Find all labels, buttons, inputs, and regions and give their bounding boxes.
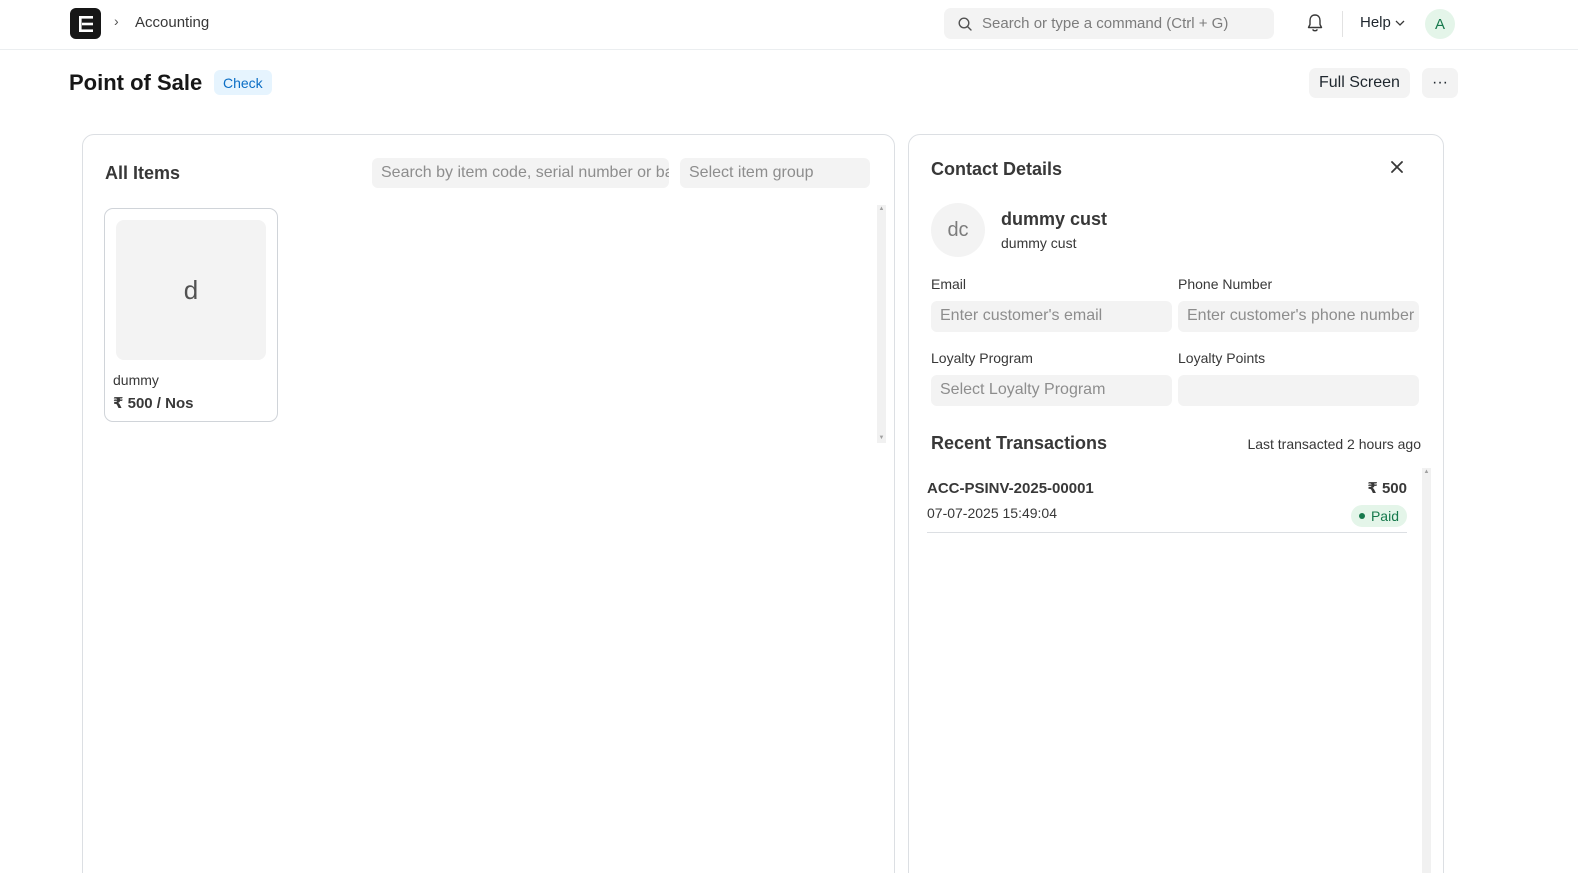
customer-name: dummy cust (1001, 209, 1108, 229)
breadcrumb-chevron-icon: › (114, 13, 119, 29)
items-title: All Items (105, 163, 181, 183)
transaction-date: 07-07-2025 15:49:04 (927, 505, 1057, 521)
transaction-id: ACC-PSINV-2025-00001 (927, 480, 1094, 497)
navbar: › Accounting Search or type a command (C… (0, 0, 1578, 50)
scroll-down-arrow-icon[interactable]: ▼ (877, 434, 886, 443)
phone-label: Phone Number (1178, 276, 1273, 292)
item-group-select[interactable]: Select item group (680, 158, 870, 188)
contact-details-title: Contact Details (931, 159, 1063, 179)
transaction-row[interactable]: ACC-PSINV-2025-00001 07-07-2025 15:49:04… (927, 477, 1407, 533)
transaction-status: Paid (1370, 508, 1399, 524)
last-transacted-text: Last transacted 2 hours ago (1247, 436, 1421, 452)
status-badge: Check (214, 70, 272, 95)
items-panel: All Items Search by item code, serial nu… (82, 134, 895, 873)
transactions-scrollbar[interactable]: ▲ (1422, 468, 1431, 873)
navbar-divider (1342, 11, 1343, 37)
loyalty-points-label: Loyalty Points (1178, 350, 1266, 366)
scroll-up-arrow-icon[interactable]: ▲ (877, 205, 886, 214)
phone-field[interactable]: Enter customer's phone number (1178, 301, 1419, 332)
app-logo-icon[interactable] (70, 8, 101, 39)
loyalty-program-label: Loyalty Program (931, 350, 1033, 366)
help-label: Help (1360, 14, 1391, 31)
breadcrumb-accounting[interactable]: Accounting (135, 14, 209, 31)
search-icon (958, 16, 972, 31)
item-price: ₹ 500 / Nos (113, 395, 194, 412)
customer-avatar: dc (931, 203, 985, 257)
email-label: Email (931, 276, 967, 292)
loyalty-points-field (1178, 375, 1419, 406)
command-search-input[interactable]: Search or type a command (Ctrl + G) (944, 8, 1274, 39)
item-image-placeholder: d (116, 220, 266, 360)
help-dropdown[interactable]: Help (1360, 14, 1405, 31)
contact-details-panel: Contact Details dc dummy cust dummy cust… (908, 134, 1444, 873)
chevron-down-icon (1395, 20, 1405, 26)
close-icon[interactable] (1390, 160, 1404, 179)
command-search-placeholder: Search or type a command (Ctrl + G) (982, 15, 1229, 32)
email-field[interactable]: Enter customer's email (931, 301, 1172, 332)
transaction-amount: ₹ 500 (1367, 480, 1407, 497)
item-name: dummy (113, 372, 159, 388)
status-badge-paid: Paid (1350, 505, 1407, 527)
user-avatar[interactable]: A (1425, 9, 1455, 39)
notification-bell-icon[interactable] (1306, 13, 1324, 38)
more-options-button[interactable]: ··· (1422, 68, 1458, 98)
items-scrollbar[interactable]: ▲ ▼ (877, 205, 886, 443)
full-screen-button[interactable]: Full Screen (1309, 68, 1410, 98)
customer-subtitle: dummy cust (1001, 235, 1077, 251)
page-title: Point of Sale (69, 70, 203, 95)
status-dot-icon (1358, 513, 1365, 519)
scroll-up-arrow-icon[interactable]: ▲ (1422, 468, 1431, 477)
loyalty-program-select[interactable]: Select Loyalty Program (931, 375, 1172, 406)
item-card-dummy[interactable]: d dummy ₹ 500 / Nos (104, 208, 278, 422)
item-search-input[interactable]: Search by item code, serial number or ba… (372, 158, 669, 188)
recent-transactions-title: Recent Transactions (931, 433, 1108, 453)
